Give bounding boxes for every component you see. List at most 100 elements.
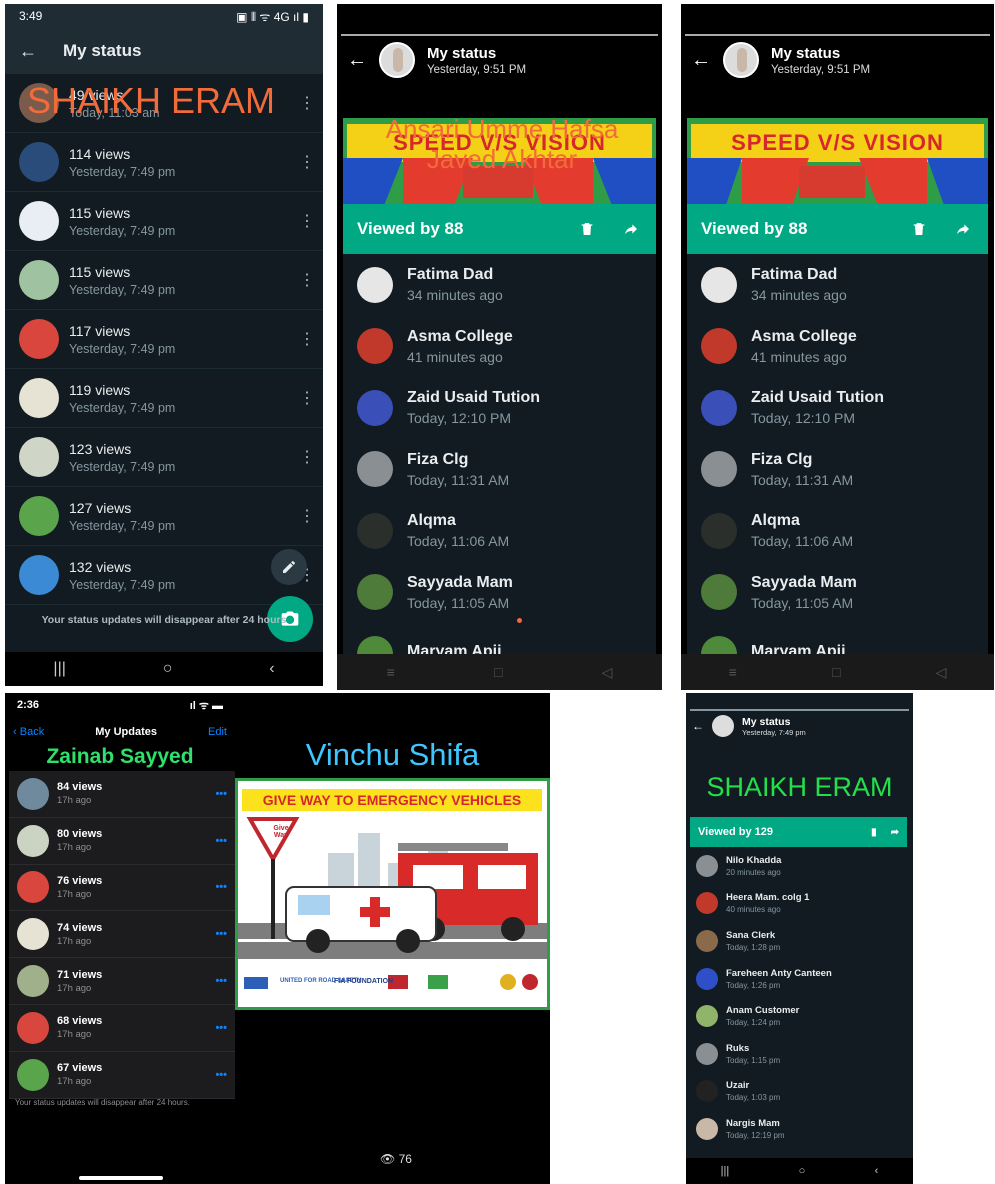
list-item-meta: 80 views 17h ago: [57, 828, 207, 853]
list-item-meta: 127 views Yesterday, 7:49 pm: [69, 500, 289, 533]
list-item-meta: 117 views Yesterday, 7:49 pm: [69, 323, 289, 356]
viewer-row[interactable]: Nargis Mam Today, 12:19 pm: [690, 1110, 907, 1148]
status-thumbnail: [19, 555, 59, 595]
more-options-icon[interactable]: ⋮: [299, 152, 315, 172]
recents-icon[interactable]: ≡: [387, 664, 395, 680]
view-count: 127 views: [69, 499, 132, 516]
viewer-row[interactable]: Fiza Clg Today, 11:31 AM: [343, 439, 656, 501]
list-item[interactable]: 67 views 17h ago •••: [9, 1052, 235, 1099]
back-button[interactable]: ‹ Back: [13, 726, 44, 738]
view-count[interactable]: 👁 76: [380, 1152, 412, 1166]
more-options-icon[interactable]: ⋮: [299, 447, 315, 467]
viewed-time: Today, 1:15 pm: [726, 1055, 781, 1065]
viewer-row[interactable]: Asma College 41 minutes ago: [343, 316, 656, 378]
name-overlay: SHAIKH ERAM: [706, 772, 893, 802]
more-options-icon[interactable]: ⋮: [299, 270, 315, 290]
more-options-icon[interactable]: •••: [215, 928, 227, 940]
list-item[interactable]: 71 views 17h ago •••: [9, 958, 235, 1005]
avatar: [357, 328, 393, 365]
viewer-meta: Fiza Clg Today, 11:31 AM: [751, 451, 853, 488]
viewer-row[interactable]: Sana Clerk Today, 1:28 pm: [690, 922, 907, 960]
viewer-row[interactable]: Sayyada Mam Today, 11:05 AM: [343, 562, 656, 624]
back-arrow-icon[interactable]: ←: [347, 49, 367, 72]
viewer-row[interactable]: Anam Customer Today, 1:24 pm: [690, 997, 907, 1035]
home-icon[interactable]: □: [494, 664, 502, 680]
post-time: 17h ago: [57, 1076, 92, 1088]
viewer-meta: Nargis Mam Today, 12:19 pm: [726, 1118, 785, 1140]
viewer-row[interactable]: Alqma Today, 11:06 AM: [343, 500, 656, 562]
home-icon[interactable]: ○: [799, 1165, 806, 1177]
more-options-icon[interactable]: ⋮: [299, 93, 315, 113]
more-options-icon[interactable]: •••: [215, 975, 227, 987]
home-indicator[interactable]: [79, 1176, 163, 1180]
viewer-row[interactable]: Heera Mam. colg 1 40 minutes ago: [690, 885, 907, 923]
list-item[interactable]: 76 views 17h ago •••: [9, 865, 235, 912]
status-image: GIVE WAY TO EMERGENCY VEHICLES Give Way …: [235, 778, 550, 1010]
list-item[interactable]: 127 views Yesterday, 7:49 pm ⋮: [5, 487, 323, 546]
pencil-icon: [283, 560, 295, 573]
list-item[interactable]: 115 views Yesterday, 7:49 pm ⋮: [5, 192, 323, 251]
more-options-icon[interactable]: •••: [215, 835, 227, 847]
back-arrow-icon[interactable]: ←: [691, 49, 711, 72]
list-item[interactable]: 80 views 17h ago •••: [9, 818, 235, 865]
status-thumbnail: [17, 824, 49, 857]
avatar: [379, 42, 415, 78]
more-options-icon[interactable]: •••: [215, 881, 227, 893]
page-title: My status: [771, 44, 841, 62]
viewer-row[interactable]: Asma College 41 minutes ago: [687, 316, 988, 378]
more-options-icon[interactable]: ⋮: [299, 211, 315, 231]
viewer-meta: Fareheen Anty Canteen Today, 1:26 pm: [726, 968, 832, 990]
list-item[interactable]: 123 views Yesterday, 7:49 pm ⋮: [5, 428, 323, 487]
share-icon[interactable]: ➦: [891, 827, 899, 838]
viewer-meta: Fatima Dad 34 minutes ago: [751, 266, 847, 303]
recents-icon[interactable]: ≡: [729, 664, 737, 680]
back-arrow-icon[interactable]: ←: [692, 719, 704, 733]
viewer-row[interactable]: Sayyada Mam Today, 11:05 AM: [687, 562, 988, 624]
more-options-icon[interactable]: •••: [215, 1069, 227, 1081]
more-options-icon[interactable]: ⋮: [299, 506, 315, 526]
list-item[interactable]: 114 views Yesterday, 7:49 pm ⋮: [5, 133, 323, 192]
viewer-row[interactable]: Fatima Dad 34 minutes ago: [687, 254, 988, 316]
avatar: [357, 512, 393, 549]
back-nav-icon[interactable]: ◁: [602, 664, 613, 681]
back-arrow-icon[interactable]: ←: [19, 41, 37, 62]
viewer-row[interactable]: Nilo Khadda 20 minutes ago: [690, 847, 907, 885]
viewer-name: Fatima Dad: [751, 266, 838, 284]
list-item[interactable]: 115 views Yesterday, 7:49 pm ⋮: [5, 251, 323, 310]
list-item[interactable]: 68 views 17h ago •••: [9, 1005, 235, 1052]
list-item[interactable]: 117 views Yesterday, 7:49 pm ⋮: [5, 310, 323, 369]
pencil-fab-button[interactable]: [271, 549, 307, 585]
more-options-icon[interactable]: •••: [215, 788, 227, 800]
viewer-row[interactable]: Uzair Today, 1:03 pm: [690, 1073, 907, 1111]
viewers-screen-overlay: ← My status Yesterday, 9:51 PM SPEED V/S…: [337, 4, 662, 690]
viewer-row[interactable]: Ruks Today, 1:15 pm: [690, 1035, 907, 1073]
viewer-row[interactable]: Alqma Today, 11:06 AM: [687, 500, 988, 562]
back-nav-icon[interactable]: ‹: [875, 1165, 879, 1177]
status-thumbnail: [19, 319, 59, 359]
delete-icon[interactable]: [908, 218, 930, 240]
viewer-row[interactable]: Fiza Clg Today, 11:31 AM: [687, 439, 988, 501]
more-options-icon[interactable]: •••: [215, 1022, 227, 1034]
back-nav-icon[interactable]: ◁: [936, 664, 947, 681]
home-icon[interactable]: □: [832, 664, 840, 680]
recents-icon[interactable]: |||: [721, 1165, 730, 1177]
more-options-icon[interactable]: ⋮: [299, 388, 315, 408]
viewer-row[interactable]: Zaid Usaid Tution Today, 12:10 PM: [343, 377, 656, 439]
list-item[interactable]: 119 views Yesterday, 7:49 pm ⋮: [5, 369, 323, 428]
back-nav-icon[interactable]: ‹: [269, 660, 274, 678]
list-item[interactable]: 84 views 17h ago •••: [9, 771, 235, 818]
viewer-row[interactable]: Zaid Usaid Tution Today, 12:10 PM: [687, 377, 988, 439]
share-icon[interactable]: [952, 218, 974, 240]
recents-icon[interactable]: |||: [53, 660, 65, 678]
delete-icon[interactable]: [576, 218, 598, 240]
more-options-icon[interactable]: ⋮: [299, 329, 315, 349]
viewer-row[interactable]: Fareheen Anty Canteen Today, 1:26 pm: [690, 960, 907, 998]
viewer-row[interactable]: Fatima Dad 34 minutes ago: [343, 254, 656, 316]
sponsor-logo: FIA FOUNDATION: [334, 978, 394, 985]
list-item[interactable]: 74 views 17h ago •••: [9, 911, 235, 959]
home-icon[interactable]: ○: [163, 660, 173, 678]
share-icon[interactable]: [620, 218, 642, 240]
view-count: 115 views: [69, 204, 131, 221]
edit-button[interactable]: Edit: [208, 726, 227, 738]
delete-icon[interactable]: ▮: [871, 827, 877, 838]
